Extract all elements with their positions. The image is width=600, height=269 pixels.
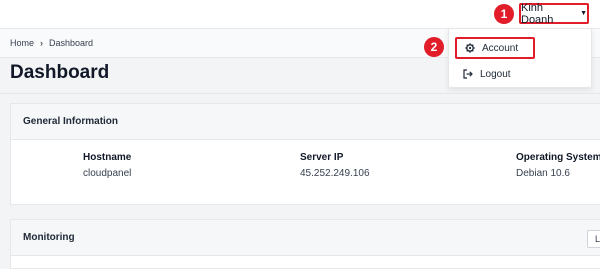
breadcrumb-home[interactable]: Home <box>10 38 34 48</box>
page-title: Dashboard <box>10 62 110 83</box>
card-header-monitoring: Monitoring <box>11 220 600 256</box>
step-marker-2: 2 <box>424 37 444 57</box>
hostname-label: Hostname <box>83 152 132 163</box>
dropdown-item-label: Account <box>482 42 519 54</box>
os-value: Debian 10.6 <box>516 168 570 179</box>
step-marker-1: 1 <box>494 4 514 24</box>
hostname-field: Hostname cloudpanel <box>83 152 131 179</box>
dropdown-item-logout[interactable]: Logout <box>455 63 535 85</box>
breadcrumb-current: Dashboard <box>49 38 94 48</box>
card-header-general: General Information <box>11 104 600 140</box>
gear-icon <box>465 43 475 53</box>
monitoring-range-button[interactable]: La <box>587 230 600 248</box>
logout-icon <box>463 69 473 79</box>
os-field: Operating System Debian 10.6 <box>516 152 600 179</box>
hostname-value: cloudpanel <box>83 168 132 179</box>
server-ip-value: 45.252.249.106 <box>300 168 370 179</box>
user-name: Kinh Doanh <box>521 1 554 26</box>
dropdown-item-label: Logout <box>480 68 511 80</box>
divider <box>0 93 600 94</box>
user-menu-button[interactable]: Kinh Doanh ▼ <box>519 1 589 26</box>
server-ip-label: Server IP <box>300 152 344 163</box>
dropdown-item-account[interactable]: Account <box>455 37 535 59</box>
server-ip-field: Server IP 45.252.249.106 <box>300 152 370 179</box>
chevron-right-icon: › <box>40 38 44 48</box>
monitoring-card: Monitoring La <box>10 219 600 269</box>
breadcrumb: Home › Dashboard <box>10 38 93 48</box>
general-information-card: General Information Hostname cloudpanel … <box>10 103 600 205</box>
os-label: Operating System <box>516 152 600 163</box>
user-dropdown-menu: Account Logout <box>448 28 592 88</box>
caret-down-icon: ▼ <box>580 10 587 17</box>
